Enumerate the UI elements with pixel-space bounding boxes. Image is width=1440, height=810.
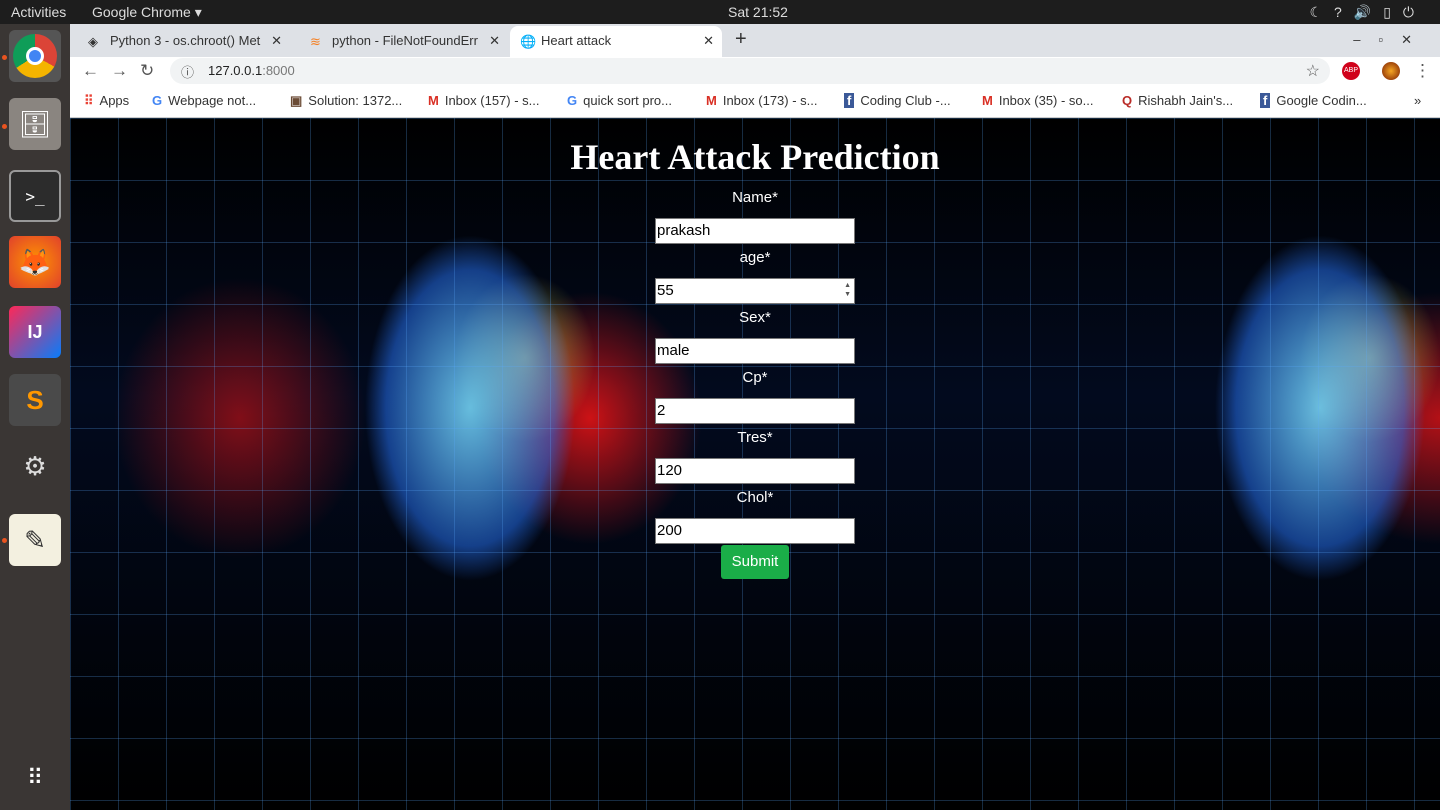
gmail-icon: M	[428, 93, 439, 108]
sex-label: Sex*	[739, 309, 771, 326]
bookmark-label: Inbox (173) - s...	[722, 93, 818, 108]
files-icon[interactable]: 🗄	[9, 98, 61, 150]
facebook-icon: f	[844, 93, 855, 108]
bookmark-item[interactable]: ▣ Solution: 1372...	[290, 93, 402, 109]
codechef-icon: ▣	[290, 93, 303, 108]
address-bar[interactable]: ⓘ 127.0.0.1:8000 ☆	[170, 58, 1330, 84]
bookmark-item[interactable]: M Inbox (35) - so...	[982, 93, 1094, 108]
bookmark-item[interactable]: Q Rishabh Jain's...	[1122, 93, 1233, 108]
cp-label: Cp*	[742, 369, 768, 386]
tab-label: python - FileNotFoundErr	[332, 33, 478, 48]
bookmark-label: Inbox (157) - s...	[444, 93, 540, 108]
tab-label: Heart attack	[541, 33, 612, 48]
tab-strip: ◈ Python 3 - os.chroot() Met ✕ ≋ python - F…	[70, 24, 1440, 57]
tres-input[interactable]: 120	[655, 458, 855, 484]
tres-label: Tres*	[737, 429, 773, 446]
tab-heart-attack[interactable]: 🌐 Heart attack ✕	[510, 26, 722, 57]
activities-button[interactable]: Activities	[11, 4, 66, 20]
show-apps-icon[interactable]: ⠿	[9, 752, 61, 804]
app-menu[interactable]: Google Chrome ▾	[92, 4, 202, 21]
globe-icon: 🌐	[520, 34, 537, 49]
window-controls[interactable]: –▫✕	[1353, 32, 1430, 48]
bookmark-item[interactable]: Gquick sort pro...	[567, 93, 672, 108]
info-icon[interactable]: ⓘ	[181, 62, 194, 81]
submit-button[interactable]: Submit	[721, 545, 789, 579]
page-content: Heart Attack Prediction Name* prakash ag…	[70, 118, 1440, 810]
page-title: Heart Attack Prediction	[570, 137, 940, 177]
browser-toolbar: ← → ↻ ⓘ 127.0.0.1:8000 ☆ ABP ⋮	[70, 57, 1440, 85]
bookmark-label: Inbox (35) - so...	[998, 93, 1094, 108]
tab-label: Python 3 - os.chroot() Met	[110, 33, 261, 48]
bookmark-label: Webpage not...	[168, 93, 257, 108]
close-tab-icon[interactable]: ✕	[271, 33, 282, 49]
menu-icon[interactable]: ⋮	[1414, 61, 1431, 81]
chol-input[interactable]: 200	[655, 518, 855, 544]
google-icon: G	[152, 93, 163, 108]
firefox-icon[interactable]: 🦊	[9, 236, 61, 288]
close-tab-icon[interactable]: ✕	[703, 33, 714, 49]
more-bookmarks-icon[interactable]: »	[1414, 93, 1421, 108]
tab-filenotfound[interactable]: ≋ python - FileNotFoundErr ✕	[292, 26, 508, 57]
bookmark-label: Apps	[99, 93, 130, 108]
settings-icon[interactable]: ⚙	[9, 440, 61, 492]
new-tab-button[interactable]: +	[735, 28, 747, 51]
bookmark-item[interactable]: f Google Codin...	[1260, 93, 1367, 108]
age-input[interactable]: 55 ▲ ▼	[655, 278, 855, 304]
apps-grid-icon: ⠿	[84, 93, 94, 108]
bookmark-label: Solution: 1372...	[308, 93, 403, 108]
close-tab-icon[interactable]: ✕	[489, 33, 500, 49]
sex-input[interactable]: male	[655, 338, 855, 364]
bookmark-item[interactable]: f Coding Club -...	[844, 93, 951, 108]
bookmark-apps[interactable]: ⠿ Apps	[84, 93, 129, 109]
stackoverflow-icon: ≋	[310, 34, 321, 49]
chrome-icon[interactable]	[9, 30, 61, 82]
address-host: 127.0.0.1	[208, 63, 263, 78]
clock[interactable]: Sat 21:52	[728, 4, 788, 20]
forward-icon[interactable]: →	[111, 61, 128, 81]
profile-avatar[interactable]	[1382, 62, 1400, 80]
name-label: Name*	[732, 189, 778, 206]
dock: 🗄 >_ 🦊 IJ S ⚙ ✎ ⠿	[0, 24, 70, 810]
reload-icon[interactable]: ↻	[140, 61, 154, 81]
adblock-icon[interactable]: ABP	[1342, 62, 1360, 80]
bookmark-label: quick sort pro...	[583, 93, 672, 108]
cp-input[interactable]: 2	[655, 398, 855, 424]
bookmark-item[interactable]: G Webpage not...	[152, 93, 256, 108]
address-port: :8000	[262, 63, 295, 78]
name-input[interactable]: prakash	[655, 218, 855, 244]
browser-window: ◈ Python 3 - os.chroot() Met ✕ ≋ python - F…	[70, 24, 1440, 118]
system-top-bar: Activities Google Chrome ▾ Sat 21:52 ☾?🔊…	[0, 0, 1440, 24]
back-icon[interactable]: ←	[82, 61, 99, 81]
google-icon: G	[567, 93, 578, 108]
geeksforgeeks-icon: ◈	[88, 34, 98, 49]
bookmark-label: Rishabh Jain's...	[1138, 93, 1234, 108]
bookmark-star-icon[interactable]: ☆	[1306, 61, 1320, 81]
tab-python-chroot[interactable]: ◈ Python 3 - os.chroot() Met ✕	[70, 26, 290, 57]
gmail-icon: M	[706, 93, 717, 108]
terminal-icon[interactable]: >_	[9, 170, 61, 222]
bookmark-item[interactable]: M Inbox (173) - s...	[706, 93, 818, 108]
spinner-arrows-icon[interactable]: ▲ ▼	[844, 281, 851, 299]
gmail-icon: M	[982, 93, 993, 108]
bookmark-item[interactable]: M Inbox (157) - s...	[428, 93, 540, 108]
bookmarks-bar: ⠿ Apps G Webpage not... ▣ Solution: 1372...…	[70, 85, 1440, 118]
age-value: 55	[657, 282, 674, 299]
age-label: age*	[739, 249, 771, 266]
chol-label: Chol*	[736, 489, 774, 506]
text-editor-icon[interactable]: ✎	[9, 514, 61, 566]
sublime-icon[interactable]: S	[9, 374, 61, 426]
bookmark-label: Google Codin...	[1276, 93, 1367, 108]
system-tray[interactable]: ☾?🔊▯⏻	[1309, 4, 1426, 21]
quora-icon: Q	[1122, 93, 1133, 108]
facebook-icon: f	[1260, 93, 1271, 108]
prediction-form: Name* prakash age* 55 ▲ ▼ Sex* male Cp* 2 …	[655, 188, 855, 579]
intellij-icon[interactable]: IJ	[9, 306, 61, 358]
bookmark-label: Coding Club -...	[860, 93, 951, 108]
